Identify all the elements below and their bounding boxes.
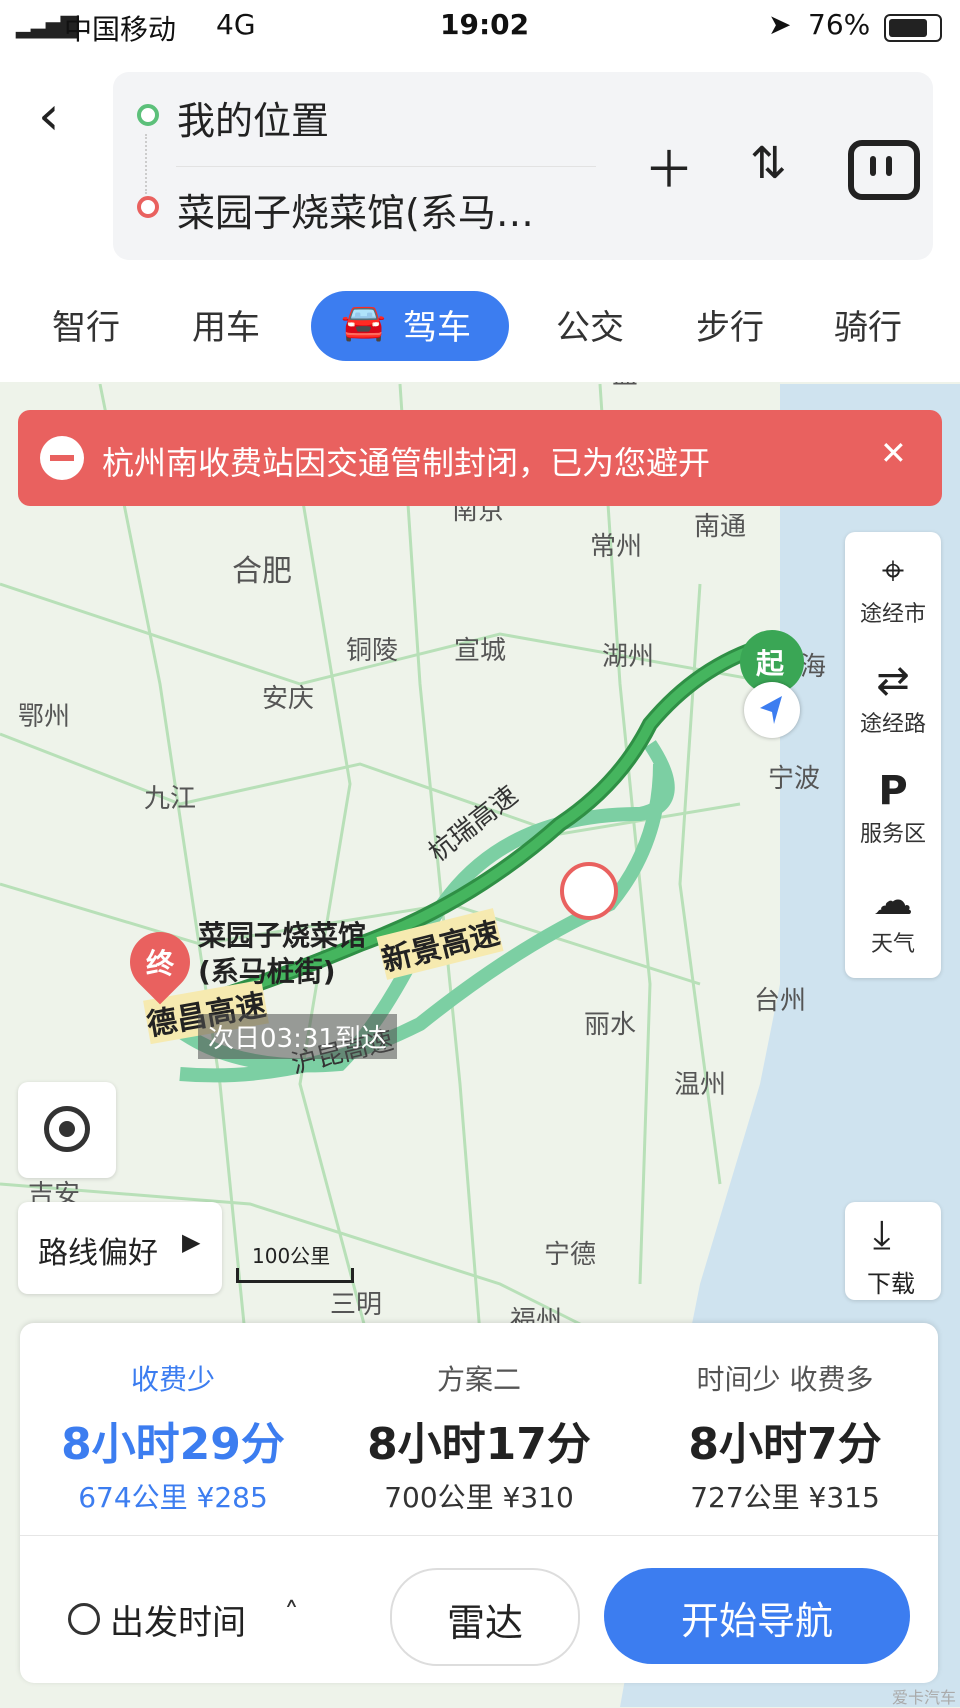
map-city-label: 南通 [694, 512, 747, 542]
route-connector [145, 134, 149, 194]
add-waypoint-icon[interactable]: ＋ [644, 130, 694, 202]
eta-label: 次日03:31到达 [198, 1014, 397, 1059]
origin-dot-icon [137, 104, 159, 126]
plan-distance-cost: 700公里 ¥310 [384, 1481, 574, 1514]
plan-time: 8小时17分 [367, 1419, 591, 1470]
scale-line [236, 1268, 354, 1283]
origin-field[interactable]: 我的位置 [177, 90, 329, 145]
radar-label: 雷达 [446, 1601, 523, 1645]
tool-via-road[interactable]: ⇄ 途经路 [845, 656, 941, 738]
alert-text: 杭州南收费站因交通管制封闭，已为您避开 [102, 444, 711, 482]
close-icon[interactable]: ✕ [880, 434, 907, 472]
download-label: 下载 [867, 1270, 915, 1298]
tool-via-road-label: 途经路 [859, 712, 926, 737]
download-button[interactable]: ⤓ 下载 [845, 1202, 941, 1300]
plan-label: 收费少 [130, 1363, 215, 1396]
tab-drive-label: 驾车 [403, 308, 471, 348]
battery-percent: 76% [808, 8, 871, 41]
more-options-icon[interactable] [848, 140, 920, 200]
map-city-label: 三明 [330, 1290, 383, 1320]
destination-field[interactable]: 菜园子烧菜馆(系马… [177, 182, 534, 237]
plan-option-1[interactable]: 收费少 8小时29分 674公里 ¥285 [20, 1323, 326, 1538]
locate-button[interactable] [18, 1082, 116, 1178]
location-arrow-icon: ➤ [768, 8, 792, 41]
plan-time: 8小时7分 [688, 1419, 882, 1470]
plan-distance-cost: 674公里 ¥285 [78, 1481, 268, 1514]
tool-via-city-label: 途经市 [859, 602, 926, 627]
radar-button[interactable]: 雷达 [390, 1568, 580, 1666]
map-city-label: 常州 [590, 532, 643, 562]
tab-ride[interactable]: 用车 [192, 300, 260, 349]
start-marker-label: 起 [756, 647, 785, 680]
tool-weather[interactable]: ☁ 天气 [845, 876, 941, 958]
start-navigation-label: 开始导航 [680, 1599, 833, 1643]
status-bar: ▂▃▅▇ 中国移动 4G 19:02 ➤ 76% [0, 0, 960, 52]
tab-bike[interactable]: 骑行 [834, 300, 902, 349]
carrier: 中国移动 [64, 13, 177, 46]
current-location-arrow-icon [744, 682, 800, 738]
sheet-divider [20, 1535, 938, 1536]
tab-walk[interactable]: 步行 [696, 300, 764, 349]
watermark: 爱卡汽车 [892, 1688, 957, 1707]
map-city-label: 铜陵 [346, 636, 399, 666]
battery-icon [884, 14, 942, 42]
route-divider [176, 166, 596, 167]
map-tools-panel: ⌖ 途经市 ⇄ 途经路 P 服务区 ☁ 天气 [845, 532, 941, 978]
plan-option-3[interactable]: 时间少 收费多 8小时7分 727公里 ¥315 [632, 1323, 938, 1538]
plan-label: 时间少 收费多 [696, 1363, 874, 1396]
scale-label: 100公里 [252, 1244, 331, 1268]
plan-label: 方案二 [436, 1363, 521, 1396]
route-preference-button[interactable]: 路线偏好 ▶ [18, 1202, 222, 1294]
route-icon: ⇄ [876, 658, 910, 704]
back-icon[interactable]: ‹ [38, 88, 78, 148]
map-city-label: 安庆 [262, 684, 315, 714]
cloud-icon: ☁ [873, 878, 913, 924]
map-city-label: 台州 [754, 986, 807, 1016]
clock-icon [68, 1603, 100, 1635]
no-entry-icon [40, 436, 84, 480]
plan-time: 8小时29分 [61, 1419, 285, 1470]
map-city-label: 合肥 [232, 554, 292, 589]
triangle-right-icon: ▶ [182, 1228, 201, 1256]
map-city-label: 鄂州 [18, 702, 71, 732]
map-city-label: 湖州 [602, 642, 655, 672]
tab-smart[interactable]: 智行 [52, 300, 120, 349]
plan-option-2[interactable]: 方案二 8小时17分 700公里 ¥310 [326, 1323, 632, 1538]
route-plans-sheet: 收费少 8小时29分 674公里 ¥285 方案二 8小时17分 700公里 ¥… [20, 1323, 938, 1683]
tool-weather-label: 天气 [870, 932, 915, 957]
pin-icon: ⌖ [881, 548, 905, 594]
download-icon: ⤓ [873, 1212, 891, 1258]
map-city-label: 丽水 [584, 1010, 637, 1040]
destination-dot-icon [137, 196, 159, 218]
map-city-label: 九江 [144, 784, 197, 814]
map-city-label: 宁波 [768, 764, 821, 794]
chevron-up-icon: ˄ [284, 1597, 299, 1632]
toll-closed-icon[interactable] [560, 862, 618, 920]
tab-transit[interactable]: 公交 [556, 300, 624, 349]
network: 4G [216, 8, 256, 41]
swap-icon[interactable]: ⇅ [750, 138, 787, 189]
plan-distance-cost: 727公里 ¥315 [690, 1481, 880, 1514]
route-preference-label: 路线偏好 [38, 1236, 158, 1271]
tab-drive[interactable]: 🚘 驾车 [311, 291, 509, 361]
locate-icon [44, 1106, 90, 1152]
map-city-label: 温州 [674, 1070, 727, 1100]
tool-via-city[interactable]: ⌖ 途经市 [845, 546, 941, 628]
map-city-label: 宁德 [544, 1240, 597, 1270]
tool-service-area[interactable]: P 服务区 [845, 766, 941, 848]
end-marker-label: 终 [146, 947, 175, 980]
scale-bar: 100公里 [236, 1240, 354, 1284]
depart-time-label: 出发时间 [110, 1603, 246, 1643]
tool-service-area-label: 服务区 [859, 822, 926, 847]
car-icon: 🚘 [341, 302, 386, 343]
parking-icon: P [878, 768, 908, 814]
destination-map-label: 菜园子烧菜馆(系马桩街) [198, 919, 367, 988]
traffic-alert-banner: 杭州南收费站因交通管制封闭，已为您避开 ✕ [18, 410, 942, 506]
clock: 19:02 [440, 8, 530, 41]
start-navigation-button[interactable]: 开始导航 [604, 1568, 910, 1664]
map-city-label: 宣城 [454, 636, 507, 666]
